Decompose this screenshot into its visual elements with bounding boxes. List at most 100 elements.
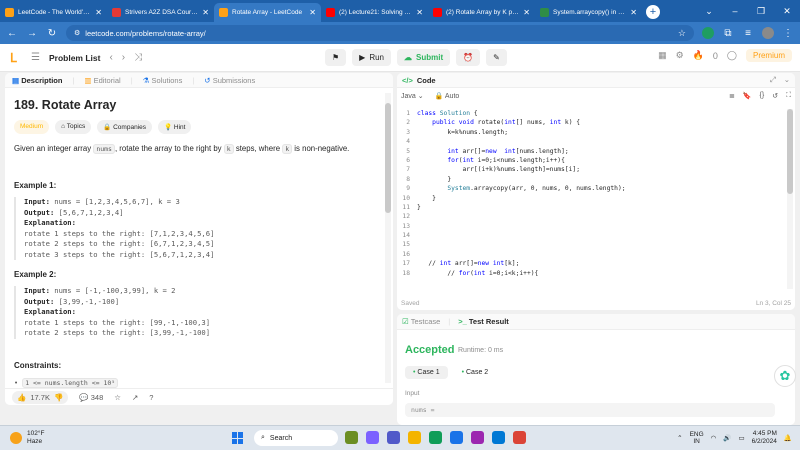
close-tab-icon[interactable]: ✕ [523,8,530,17]
auto-mode-toggle[interactable]: 🔒 Auto [435,92,460,100]
store-app-icon[interactable] [450,431,463,444]
volume-icon[interactable]: 🔊 [723,434,731,442]
maximize-icon[interactable]: ❐ [748,6,774,17]
address-bar[interactable]: ⚙ leetcode.com/problems/rotate-array/ ☆ [66,25,694,41]
code-line: 15 [397,240,795,249]
forward-arrow-icon[interactable]: → [26,28,38,39]
bookmark-star-icon[interactable]: ☆ [678,28,686,39]
leetcode-logo-icon[interactable]: ᒪ [10,51,22,65]
app-with-badge-icon[interactable] [471,431,484,444]
editor-scrollbar[interactable] [787,109,793,289]
teams-app-icon[interactable] [387,431,400,444]
case-1-tab[interactable]: • Case 1 [405,366,448,379]
tab-submissions[interactable]: ↺ Submissions [204,76,255,85]
widgets-app-icon[interactable] [345,431,358,444]
profile-avatar[interactable] [762,27,774,39]
case-2-tab[interactable]: • Case 2 [454,366,497,379]
fullscreen-icon[interactable]: ⛶ [786,92,791,100]
copilot-app-icon[interactable] [366,431,379,444]
thumbs-down-icon[interactable]: 👎 [54,393,63,402]
browser-menu-icon[interactable]: ⋮ [782,28,794,39]
line-number: 4 [406,138,410,146]
tab-test-result[interactable]: >_ Test Result [458,317,509,326]
thumbs-up-icon[interactable]: 👍 [17,393,26,402]
expand-icon[interactable]: ⤢ [770,75,776,85]
chrome-app-icon[interactable] [513,431,526,444]
tab-description[interactable]: ▤ Description [12,76,62,85]
battery-icon[interactable]: ▭ [738,434,744,442]
help-icon[interactable]: ? [149,393,153,402]
scrollbar-thumb[interactable] [787,109,793,194]
site-info-icon[interactable]: ⚙ [74,29,80,37]
companies-button[interactable]: 🔒 Companies [97,120,152,134]
close-tab-icon[interactable]: ✕ [416,8,423,17]
notes-button[interactable]: ✎ [486,49,507,66]
back-arrow-icon[interactable]: ← [6,28,18,39]
browser-tab-arraycopy[interactable]: System.arraycopy() in Java ✕ [535,3,642,22]
fire-streak-icon[interactable]: 🔥 [693,50,704,61]
user-avatar[interactable]: ◯ [727,50,737,61]
code-editor[interactable]: 1 class Solution {2 public void rotate(in… [397,109,795,289]
submit-button[interactable]: ☁ Submit [397,49,451,66]
description-scrollbar[interactable] [385,93,391,383]
timer-button[interactable]: ⏰ [456,49,481,66]
language-indicator[interactable]: ENG IN [690,431,704,445]
tab-solutions[interactable]: ⚗ Solutions [143,76,183,85]
comments-button[interactable]: 💬 348 [79,393,103,402]
clock[interactable]: 4:45 PM 6/2/2024 [752,430,777,446]
windows-start-icon[interactable] [232,432,244,444]
media-queue-icon[interactable]: ≡ [742,28,754,39]
problem-list-icon[interactable]: ☰ [31,52,40,63]
browser-tab-rotate-k[interactable]: (2) Rotate Array by K place ✕ [428,3,535,22]
wifi-icon[interactable]: ◠ [711,434,717,442]
favorite-star-icon[interactable]: ☆ [114,393,121,402]
tab-editorial[interactable]: ▥ Editorial [84,76,120,85]
tab-testcase[interactable]: ☑ Testcase [402,317,440,326]
problem-list-link[interactable]: Problem List [49,53,100,63]
extensions-puzzle-icon[interactable]: ⧉ [722,28,734,39]
scrollbar-thumb[interactable] [385,103,391,213]
edge-app-icon[interactable] [429,431,442,444]
reload-icon[interactable]: ↻ [46,28,58,39]
tray-overflow-icon[interactable]: ⌃ [677,434,682,442]
next-problem-icon[interactable]: › [122,52,125,63]
prev-problem-icon[interactable]: ‹ [109,52,112,63]
taskbar-search[interactable]: ⌕ Search [254,430,338,446]
browser-tab-lecture21[interactable]: (2) Lecture21: Solving Leet ✕ [321,3,428,22]
browser-tab-leetcode-home[interactable]: LeetCode - The World's Le ✕ [0,3,107,22]
reset-icon[interactable]: ↺ [772,92,778,100]
new-tab-button[interactable]: + [646,5,660,19]
panel-menu-icon[interactable]: ⌄ [784,75,790,85]
browser-tab-strivers[interactable]: Strivers A2Z DSA Course/S ✕ [107,3,214,22]
language-select[interactable]: Java ⌄ [401,92,424,100]
taskbar-app-icon[interactable] [492,431,505,444]
close-tab-icon[interactable]: ✕ [309,8,316,17]
tab-search-icon[interactable]: ⌄ [696,6,722,17]
premium-button[interactable]: Premium [745,49,792,62]
format-icon[interactable]: ≣ [729,92,735,100]
assistant-floating-icon[interactable]: ✿ [774,365,796,387]
temperature: 102°F [27,430,45,437]
close-tab-icon[interactable]: ✕ [630,8,637,17]
close-tab-icon[interactable]: ✕ [202,8,209,17]
settings-gear-icon[interactable]: ⚙ [676,50,684,61]
close-tab-icon[interactable]: ✕ [95,8,102,17]
bookmark-icon[interactable]: 🔖 [743,92,752,100]
run-button[interactable]: ▶ Run [352,49,392,66]
notification-icon[interactable]: 🔔 [784,434,792,442]
close-window-icon[interactable]: ✕ [774,6,800,17]
braces-icon[interactable]: {} [760,92,765,100]
description-footer: 👍 17.7K 👎 💬 348 ☆ ↗ ? [5,388,393,405]
hint-button[interactable]: 💡 Hint [158,120,192,134]
shuffle-icon[interactable]: ⤨ [134,52,142,63]
file-explorer-icon[interactable] [408,431,421,444]
lightbulb-icon: 💡 [164,124,173,131]
topics-button[interactable]: ⌂ Topics [55,120,92,134]
share-icon[interactable]: ↗ [132,393,138,402]
weather-widget[interactable]: 102°F Haze [10,430,44,446]
browser-tab-rotate-array[interactable]: Rotate Array - LeetCode ✕ [214,3,321,22]
minimize-icon[interactable]: – [722,6,748,16]
debug-button[interactable]: ⚑ [325,49,347,66]
extension-icon[interactable] [702,27,714,39]
layout-grid-icon[interactable]: ▦ [658,50,667,61]
